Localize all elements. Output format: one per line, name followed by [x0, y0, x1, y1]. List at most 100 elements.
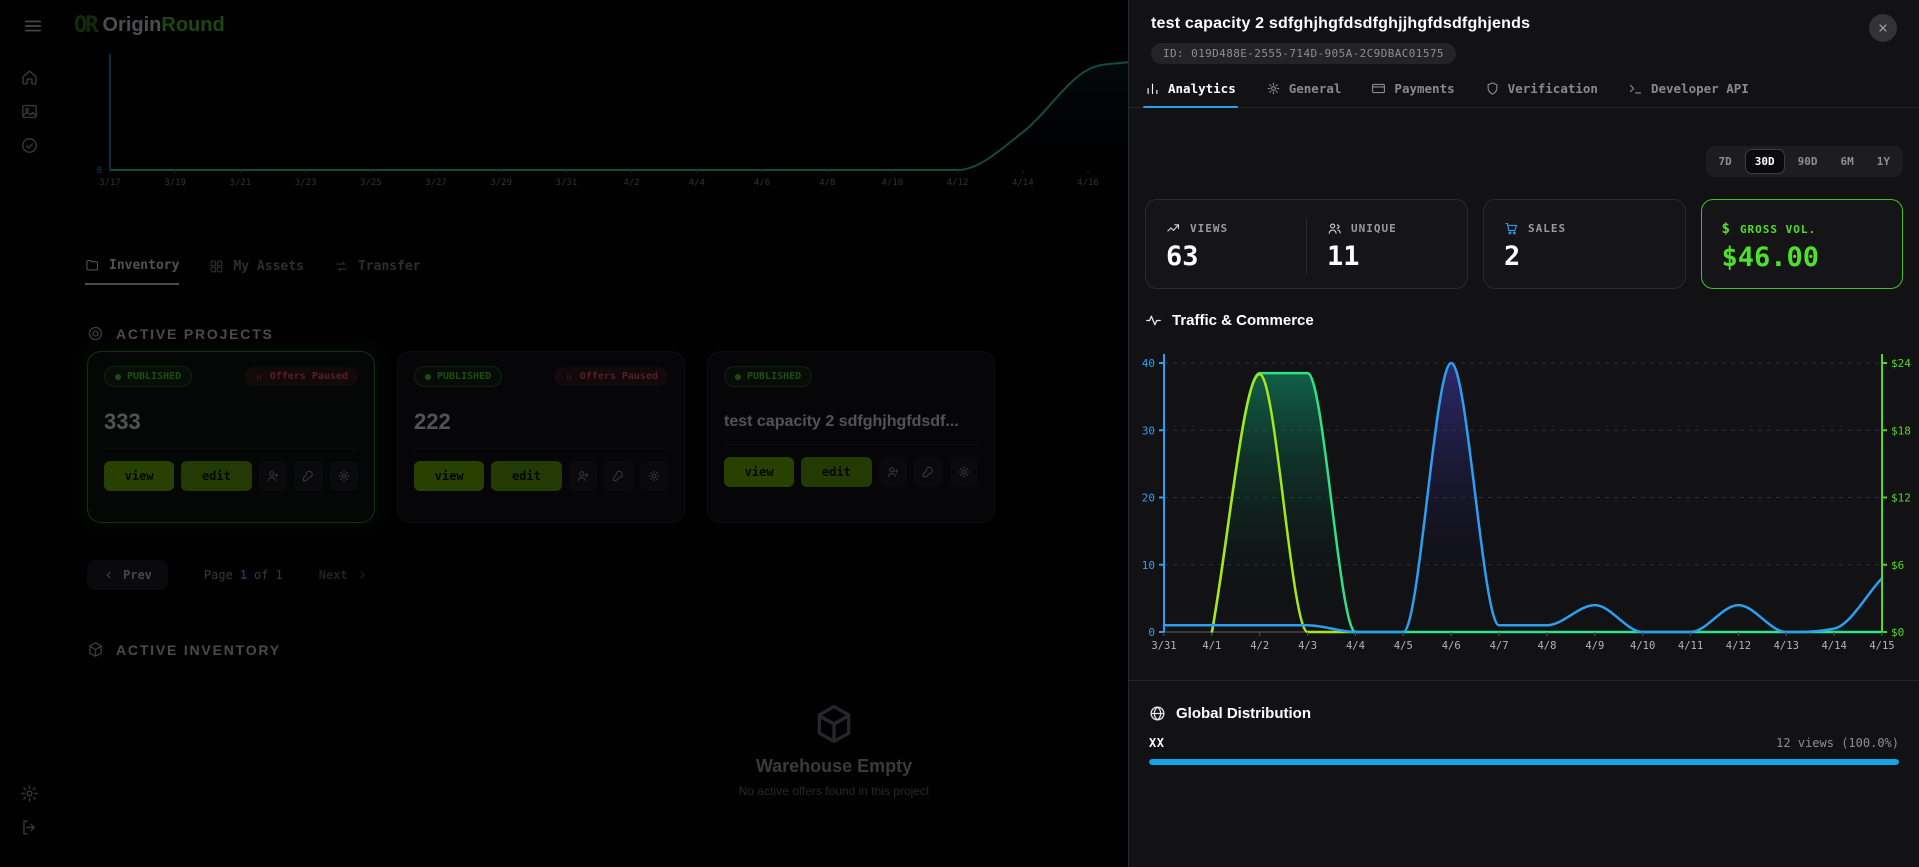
- home-icon[interactable]: [20, 68, 39, 87]
- tab-analytics[interactable]: Analytics: [1143, 81, 1238, 108]
- wrench-button[interactable]: [914, 457, 943, 487]
- drawer-header: test capacity 2 sdfghjhgfdsdfghjjhgfdsdf…: [1129, 0, 1919, 64]
- region-label: XX: [1149, 736, 1165, 750]
- project-card-333[interactable]: PUBLISHED Offers Paused 333 view edit: [87, 351, 375, 523]
- tab-developer-api[interactable]: Developer API: [1626, 81, 1751, 107]
- page-indicator: Page 1 of 1: [203, 568, 283, 582]
- status-badge: PUBLISHED: [414, 366, 503, 387]
- svg-text:4/12: 4/12: [947, 178, 969, 188]
- menu-icon[interactable]: [22, 15, 44, 37]
- gear-button[interactable]: [639, 461, 668, 491]
- unique-value: 11: [1327, 241, 1360, 272]
- empty-subtitle: No active offers found in this project: [738, 784, 930, 798]
- wrench-icon: [613, 470, 623, 482]
- tab-payments[interactable]: Payments: [1369, 81, 1456, 107]
- pause-icon: [567, 374, 571, 379]
- svg-text:4/6: 4/6: [1442, 640, 1461, 652]
- gear-icon: [338, 470, 350, 482]
- svg-text:3/27: 3/27: [425, 178, 447, 188]
- project-title: 222: [414, 409, 451, 434]
- tab-inventory[interactable]: Inventory: [85, 258, 180, 285]
- svg-text:4/3: 4/3: [1298, 640, 1317, 652]
- traffic-commerce-chart: 0 10 20 30 40 $0 $6 $12 $18 $24 3/31 4/1 4/2 4/3 4/4 4/…: [1142, 354, 1911, 652]
- tab-general[interactable]: General: [1264, 81, 1344, 107]
- svg-text:4/15: 4/15: [1869, 640, 1894, 652]
- logo-round: Round: [161, 14, 225, 36]
- svg-text:3/19: 3/19: [164, 178, 186, 188]
- range-1y-button[interactable]: 1Y: [1867, 149, 1900, 174]
- svg-text:40: 40: [1142, 357, 1155, 370]
- gallery-icon[interactable]: [20, 102, 39, 121]
- close-button[interactable]: [1869, 14, 1897, 42]
- svg-text:3/29: 3/29: [490, 178, 512, 188]
- view-button[interactable]: view: [724, 457, 795, 487]
- svg-text:4/16: 4/16: [1077, 178, 1099, 188]
- range-90d-button[interactable]: 90D: [1788, 149, 1828, 174]
- stat-card-views-unique: VIEWS 63 UNIQUE 11: [1145, 199, 1468, 289]
- dot-icon: [115, 373, 121, 380]
- logo-origin: Origin: [102, 14, 162, 36]
- verified-circle-icon[interactable]: [20, 136, 39, 155]
- tab-verification[interactable]: Verification: [1483, 81, 1600, 107]
- project-card-test-capacity[interactable]: PUBLISHED test capacity 2 sdfghjhgfdsdf.…: [707, 351, 995, 523]
- svg-text:3/25: 3/25: [360, 178, 382, 188]
- wrench-button[interactable]: [294, 461, 323, 491]
- next-page-button[interactable]: Next: [319, 568, 368, 582]
- status-badge: PUBLISHED: [104, 366, 193, 387]
- svg-text:4/5: 4/5: [1394, 640, 1413, 652]
- gear-icon: [1267, 82, 1280, 95]
- user-plus-button[interactable]: [878, 457, 908, 487]
- tab-my-assets[interactable]: My Assets: [209, 258, 304, 285]
- user-plus-button[interactable]: [258, 461, 288, 491]
- user-plus-button[interactable]: [568, 461, 598, 491]
- users-icon: [1328, 223, 1341, 234]
- views-value: 63: [1166, 241, 1199, 272]
- svg-text:3/21: 3/21: [230, 178, 252, 188]
- shield-icon: [1487, 82, 1498, 95]
- edit-button[interactable]: edit: [181, 461, 252, 491]
- pagination: Prev Page 1 of 1 Next: [87, 560, 368, 590]
- svg-text:4/9: 4/9: [1585, 640, 1604, 652]
- svg-text:0: 0: [1148, 626, 1155, 639]
- traffic-commerce-heading: Traffic & Commerce: [1145, 312, 1903, 329]
- settings-icon[interactable]: [20, 784, 39, 803]
- svg-text:4/4: 4/4: [689, 178, 705, 188]
- prev-page-button[interactable]: Prev: [87, 560, 168, 590]
- tab-transfer[interactable]: Transfer: [334, 258, 421, 285]
- status-badge: PUBLISHED: [724, 366, 813, 387]
- view-button[interactable]: view: [414, 461, 485, 491]
- svg-text:4/6: 4/6: [754, 178, 770, 188]
- logout-icon[interactable]: [20, 818, 39, 837]
- offers-paused-badge: Offers Paused: [553, 367, 668, 386]
- edit-button[interactable]: edit: [491, 461, 562, 491]
- svg-text:4/8: 4/8: [1537, 640, 1556, 652]
- offers-paused-badge: Offers Paused: [243, 367, 358, 386]
- cube-icon: [817, 704, 851, 744]
- main-nav-tabs: Inventory My Assets Transfer: [85, 258, 421, 285]
- gear-button[interactable]: [329, 461, 358, 491]
- gear-button[interactable]: [949, 457, 978, 487]
- svg-text:3/31: 3/31: [1151, 640, 1176, 652]
- range-30d-button[interactable]: 30D: [1744, 149, 1785, 174]
- view-button[interactable]: view: [104, 461, 175, 491]
- svg-text:3/23: 3/23: [295, 178, 317, 188]
- svg-text:20: 20: [1142, 492, 1155, 505]
- project-card-222[interactable]: PUBLISHED Offers Paused 222 view edit: [397, 351, 685, 523]
- distribution-bar-fill: [1149, 759, 1899, 765]
- range-6m-button[interactable]: 6M: [1831, 149, 1864, 174]
- project-title: 333: [104, 409, 141, 434]
- wrench-button[interactable]: [604, 461, 633, 491]
- time-range-selector: 7D 30D 90D 6M 1Y: [1145, 146, 1903, 177]
- svg-text:30: 30: [1142, 424, 1155, 437]
- project-id-badge: ID: 019D488E-2555-714D-905A-2C9DBAC01575: [1151, 43, 1456, 64]
- edit-button[interactable]: edit: [801, 457, 872, 487]
- target-icon: [88, 326, 103, 341]
- logo-glyph: OR: [74, 13, 98, 38]
- stats-cards: VIEWS 63 UNIQUE 11 SALES 2 $GROSS VOL.: [1145, 199, 1903, 289]
- range-7d-button[interactable]: 7D: [1709, 149, 1742, 174]
- folder-icon: [86, 259, 99, 271]
- bar-chart-icon: [1147, 83, 1158, 95]
- app-logo[interactable]: OR Origin Round: [74, 13, 225, 38]
- distribution-bar: [1149, 759, 1899, 765]
- trending-up-icon: [1167, 224, 1180, 232]
